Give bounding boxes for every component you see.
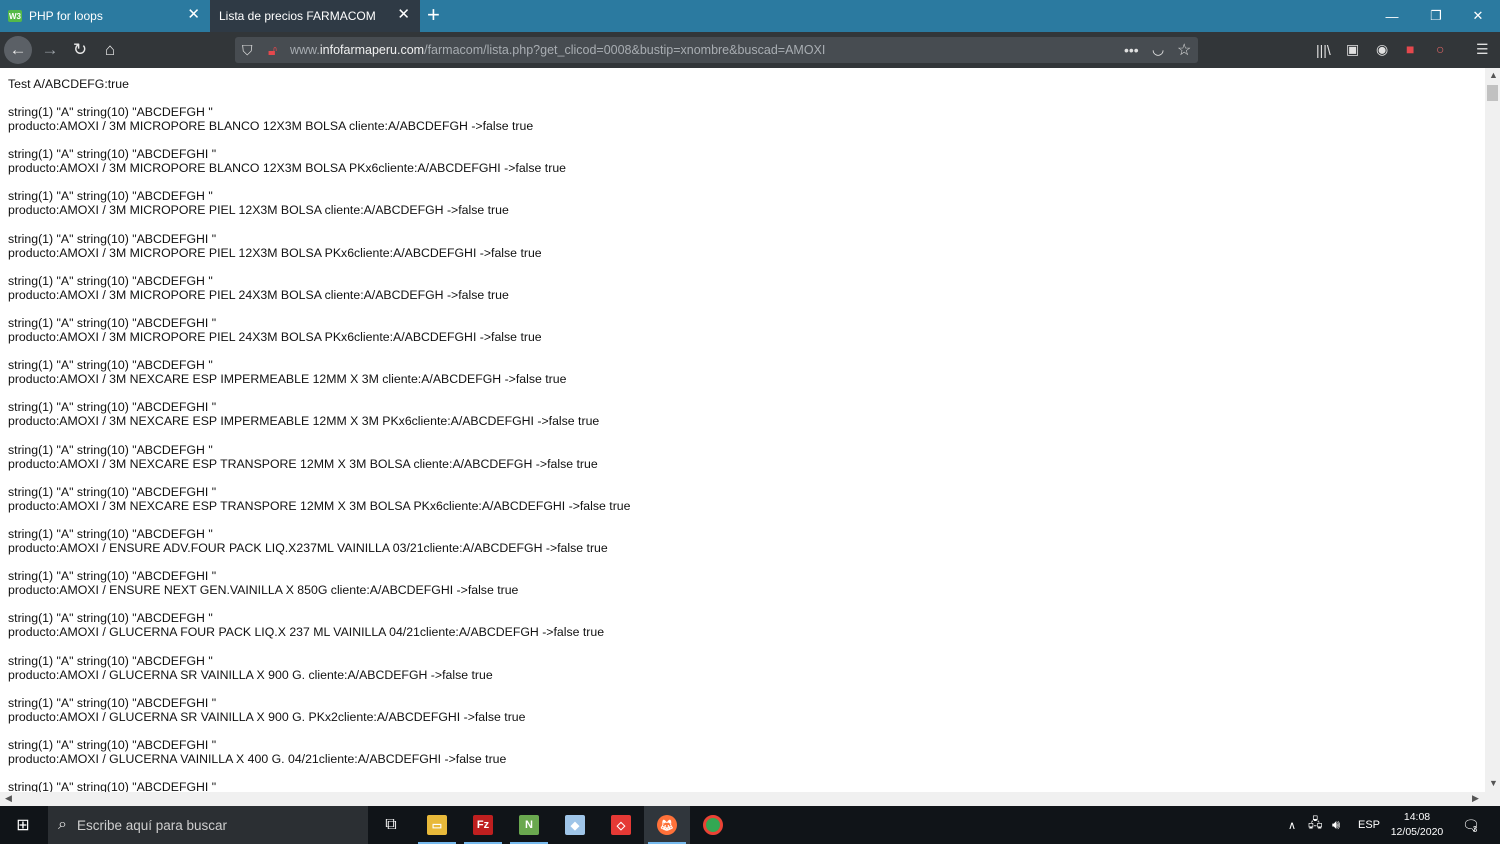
pocket-icon[interactable]: ◡ [1152, 41, 1164, 58]
var-dump-line: string(1) "A" string(10) "ABCDEFGH " [8, 105, 213, 119]
var-dump-line: string(1) "A" string(10) "ABCDEFGH " [8, 611, 213, 626]
restore-icon[interactable]: ❐ [1414, 0, 1458, 32]
back-arrow-icon[interactable]: ← [4, 36, 32, 64]
product-line: producto:AMOXI / GLUCERNA SR VAINILLA X … [8, 667, 493, 682]
close-tab-icon[interactable]: ✕ [187, 7, 200, 23]
menu-icon[interactable]: ☰ [1476, 41, 1489, 58]
product-line: producto:AMOXI / 3M MICROPORE BLANCO 12X… [8, 161, 566, 176]
var-dump-line: string(1) "A" string(10) "ABCDEFGH " [8, 273, 213, 288]
var-dump-line: string(1) "A" string(10) "ABCDEFGHI " [8, 316, 217, 330]
vertical-scrollbar[interactable]: ▲ ▼ [1485, 68, 1500, 792]
product-line: producto:AMOXI / 3M MICROPORE PIEL 24X3M… [8, 330, 542, 344]
windows-taskbar: ⊞ ⌕ Escribe aquí para buscar ⧉ ▭ Fz N ◆ … [0, 806, 1500, 844]
windows-start-icon[interactable]: ⊞ [0, 806, 46, 844]
file-explorer-icon[interactable]: ▭ [414, 806, 460, 844]
var-dump-line: string(1) "A" string(10) "ABCDEFGHI " [8, 400, 217, 415]
var-dump-line: string(1) "A" string(10) "ABCDEFGHI " [8, 569, 217, 584]
var-dump-line: string(1) "A" string(10) "ABCDEFGH " [8, 653, 213, 668]
product-line: producto:AMOXI / 3M NEXCARE ESP IMPERMEA… [8, 372, 567, 387]
app-icon[interactable]: ◆ [552, 806, 598, 844]
search-icon: ⌕ [58, 816, 67, 833]
var-dump-line: string(1) "A" string(10) "ABCDEFGHI " [8, 738, 217, 752]
notepad-plus-icon[interactable]: N [506, 806, 552, 844]
w3schools-favicon-icon: W3 [8, 10, 22, 22]
account-icon[interactable]: ◉ [1376, 41, 1388, 58]
url-text[interactable]: www.infofarmaperu.com/farmacom/lista.php… [290, 43, 825, 57]
filezilla-icon[interactable]: Fz [460, 806, 506, 844]
var-dump-line: string(1) "A" string(10) "ABCDEFGH " [8, 189, 213, 204]
network-icon[interactable]: 🖧 [1308, 806, 1323, 844]
new-tab-icon[interactable]: + [427, 4, 440, 26]
tab-php-for-loops[interactable]: W3 PHP for loops ✕ [0, 0, 210, 32]
var-dump-line: string(1) "A" string(10) "ABCDEFGHI " [8, 147, 217, 162]
product-line: producto:AMOXI / 3M NEXCARE ESP IMPERMEA… [8, 414, 600, 429]
minimize-icon[interactable]: — [1370, 0, 1414, 32]
tab-lista-de-precios[interactable]: Lista de precios FARMACOM ✕ [210, 0, 420, 32]
scroll-right-icon[interactable]: ▶ [1472, 793, 1479, 804]
product-line: producto:AMOXI / ENSURE ADV.FOUR PACK LI… [8, 541, 608, 555]
product-line: producto:AMOXI / 3M MICROPORE BLANCO 12X… [8, 119, 534, 133]
product-line: producto:AMOXI / ENSURE NEXT GEN.VAINILL… [8, 583, 519, 598]
chrome-icon[interactable] [690, 806, 736, 844]
home-icon[interactable]: ⌂ [96, 36, 124, 64]
task-view-icon[interactable]: ⧉ [368, 806, 414, 844]
url-host: infofarmaperu.com [319, 43, 425, 57]
reload-icon[interactable]: ↻ [66, 36, 94, 64]
product-line: producto:AMOXI / 3M NEXCARE ESP TRANSPOR… [8, 456, 598, 471]
tray-chevron-up-icon[interactable]: ∧ [1288, 806, 1296, 844]
product-line: producto:AMOXI / 3M MICROPORE PIEL 12X3M… [8, 245, 542, 260]
search-extension-icon[interactable]: ○ [1436, 41, 1444, 57]
page-actions-icon[interactable]: ••• [1124, 42, 1139, 58]
page-header-text: Test A/ABCDEFG:true [8, 77, 129, 91]
url-prefix: www. [290, 43, 320, 57]
var-dump-line: string(1) "A" string(10) "ABCDEFGHI " [8, 780, 217, 792]
language-indicator[interactable]: ESP [1358, 806, 1380, 844]
library-icon[interactable]: |||\ [1316, 42, 1331, 58]
tab-strip: W3 PHP for loops ✕ Lista de precios FARM… [0, 0, 1500, 32]
product-line: producto:AMOXI / 3M MICROPORE PIEL 24X3M… [8, 287, 509, 302]
page-content: Test A/ABCDEFG:true string(1) "A" string… [0, 68, 1485, 792]
search-placeholder: Escribe aquí para buscar [76, 817, 228, 833]
close-window-icon[interactable]: ✕ [1456, 0, 1500, 32]
product-line: producto:AMOXI / 3M NEXCARE ESP TRANSPOR… [8, 498, 631, 513]
close-tab-icon[interactable]: ✕ [397, 7, 410, 23]
scroll-up-icon[interactable]: ▲ [1489, 70, 1498, 80]
insecure-lock-icon[interactable]: 🔓︎ [268, 42, 277, 59]
product-line: producto:AMOXI / 3M MICROPORE PIEL 12X3M… [8, 203, 509, 218]
horizontal-scrollbar[interactable]: ◀ ▶ [0, 792, 1500, 806]
var-dump-line: string(1) "A" string(10) "ABCDEFGHI " [8, 695, 217, 710]
tab-label: PHP for loops [29, 9, 103, 23]
notification-count: 3 [1472, 824, 1478, 834]
forward-arrow-icon[interactable]: → [36, 36, 64, 64]
url-path: /farmacom/lista.php?get_clicod=0008&bust… [424, 43, 826, 57]
bookmark-star-icon[interactable]: ☆ [1177, 40, 1191, 60]
firefox-icon[interactable]: 🦊︎ [644, 806, 690, 844]
notifications-icon[interactable]: 🗨︎ 3 [1462, 806, 1480, 844]
product-line: producto:AMOXI / GLUCERNA VAINILLA X 400… [8, 752, 507, 766]
var-dump-line: string(1) "A" string(10) "ABCDEFGH " [8, 527, 213, 541]
taskbar-search-box[interactable]: ⌕ Escribe aquí para buscar [48, 806, 368, 844]
scrollbar-thumb[interactable] [1487, 85, 1498, 101]
clock[interactable]: 14:08 12/05/2020 [1386, 810, 1448, 840]
shield-icon[interactable]: ⛉ [242, 42, 253, 59]
scroll-left-icon[interactable]: ◀ [5, 793, 12, 804]
clock-date: 12/05/2020 [1390, 826, 1444, 838]
clock-time: 14:08 [1403, 811, 1431, 823]
extension-icon[interactable]: ■ [1406, 41, 1414, 57]
scroll-down-icon[interactable]: ▼ [1489, 778, 1498, 788]
var-dump-line: string(1) "A" string(10) "ABCDEFGHI " [8, 231, 217, 246]
product-line: producto:AMOXI / GLUCERNA FOUR PACK LIQ.… [8, 625, 605, 640]
volume-icon[interactable]: 🔊︎ [1332, 806, 1340, 844]
var-dump-line: string(1) "A" string(10) "ABCDEFGH " [8, 442, 213, 457]
var-dump-line: string(1) "A" string(10) "ABCDEFGH " [8, 358, 213, 373]
anydesk-icon[interactable]: ◇ [598, 806, 644, 844]
tab-label: Lista de precios FARMACOM [219, 9, 376, 23]
product-line: producto:AMOXI / GLUCERNA SR VAINILLA X … [8, 709, 526, 724]
var-dump-line: string(1) "A" string(10) "ABCDEFGHI " [8, 484, 217, 499]
sidebar-icon[interactable]: ▣ [1346, 41, 1359, 58]
